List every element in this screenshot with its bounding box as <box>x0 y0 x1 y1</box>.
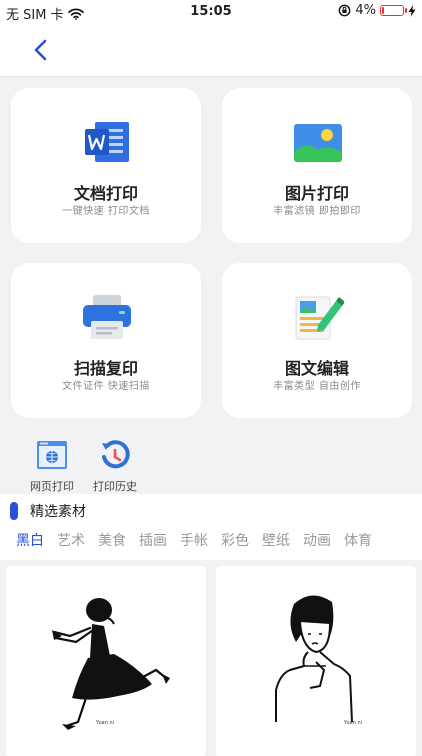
tool-label: 打印历史 <box>93 480 137 493</box>
battery-level-fill <box>382 7 384 14</box>
tab-category[interactable]: 彩色 <box>221 530 249 550</box>
word-document-icon <box>85 122 129 162</box>
card-title: 文档打印 <box>73 184 138 203</box>
tab-category[interactable]: 艺术 <box>57 530 85 550</box>
nav-bar <box>0 24 422 77</box>
charging-icon <box>408 4 416 17</box>
history-icon <box>102 440 130 469</box>
material-tile-girl-thinking[interactable]: Yuan ni <box>216 566 416 756</box>
battery-icon <box>380 5 407 16</box>
tool-label: 网页打印 <box>30 480 74 493</box>
section-title: 精选素材 <box>30 504 86 520</box>
card-document-print[interactable]: 文档打印 一键快速 打印文档 <box>11 88 201 243</box>
tab-category[interactable]: 手帐 <box>180 530 208 550</box>
card-image-text-edit[interactable]: 图文编辑 丰富类型 自由创作 <box>222 263 412 418</box>
status-bar: 无 SIM 卡 15:05 4% <box>0 0 422 24</box>
card-title: 图片打印 <box>284 184 349 203</box>
illustration-signature: Yuan ni <box>343 720 362 726</box>
battery-percent: 4% <box>355 3 376 18</box>
card-scan-copy[interactable]: 扫描复印 文件证件 快速扫描 <box>11 263 201 418</box>
materials-section: 精选素材 黑白 艺术 美食 插画 手帐 彩色 壁纸 动画 体育 <box>0 494 422 560</box>
tab-category[interactable]: 动画 <box>303 530 331 550</box>
tab-category[interactable]: 体育 <box>344 530 372 550</box>
category-tabs: 黑白 艺术 美食 插画 手帐 彩色 壁纸 动画 体育 <box>16 530 372 550</box>
material-tile-girl-running[interactable]: Yuan ni <box>6 566 206 756</box>
tab-category[interactable]: 黑白 <box>16 530 44 550</box>
illustration-signature: Yuan ni <box>95 720 114 726</box>
picture-icon <box>294 124 342 162</box>
status-right: 4% <box>338 3 416 18</box>
section-accent-bar <box>10 502 18 520</box>
orientation-lock-icon <box>338 4 351 17</box>
web-page-icon <box>37 441 67 469</box>
girl-running-illustration: Yuan ni <box>52 598 170 730</box>
card-subtitle: 丰富类型 自由创作 <box>273 381 361 392</box>
girl-thinking-illustration: Yuan ni <box>275 595 362 726</box>
card-subtitle: 一键快速 打印文档 <box>62 206 150 217</box>
chevron-left-icon[interactable] <box>28 36 56 64</box>
edit-document-icon <box>295 296 344 340</box>
tab-category[interactable]: 美食 <box>98 530 126 550</box>
card-title: 图文编辑 <box>284 359 349 378</box>
tool-web-print[interactable]: 网页打印 <box>22 438 82 494</box>
printer-icon <box>83 295 131 339</box>
tab-category[interactable]: 插画 <box>139 530 167 550</box>
card-subtitle: 文件证件 快速扫描 <box>62 381 150 392</box>
card-subtitle: 丰富滤镜 即拍即印 <box>273 206 361 217</box>
card-photo-print[interactable]: 图片打印 丰富滤镜 即拍即印 <box>222 88 412 243</box>
tab-category[interactable]: 壁纸 <box>262 530 290 550</box>
tool-print-history[interactable]: 打印历史 <box>85 438 145 494</box>
card-title: 扫描复印 <box>73 359 138 378</box>
